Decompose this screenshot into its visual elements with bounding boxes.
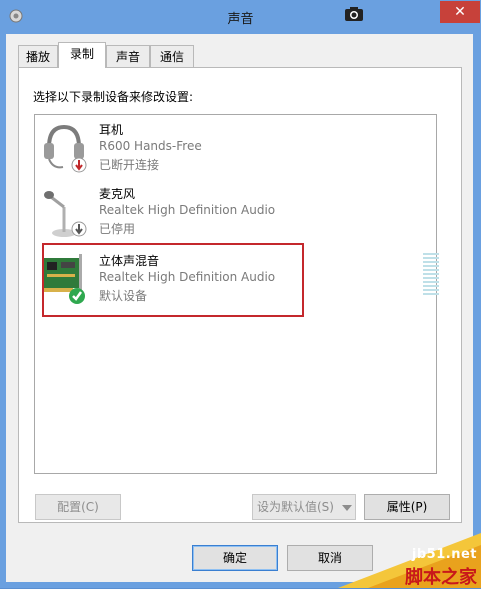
list-item-microphone[interactable]: 麦克风 Realtek High Definition Audio 已停用 xyxy=(35,179,435,243)
watermark-url: jb51.net xyxy=(411,547,477,562)
device-driver: Realtek High Definition Audio xyxy=(99,203,276,217)
title-bar[interactable]: 声音 ✕ xyxy=(0,0,481,34)
set-default-button[interactable]: 设为默认值(S) xyxy=(252,494,339,520)
selection-highlight xyxy=(42,243,304,317)
dialog-client-area: 播放 录制 声音 通信 选择以下录制设备来修改设置: 耳机 R600 Hands… xyxy=(6,34,473,582)
recording-device-list[interactable]: 耳机 R600 Hands-Free 已断开连接 麦克风 Realtek Hig… xyxy=(34,114,439,474)
recording-panel: 选择以下录制设备来修改设置: 耳机 R600 Hands-Free 已断开连接 xyxy=(18,67,462,523)
ok-button[interactable]: 确定 xyxy=(192,545,278,571)
microphone-icon xyxy=(44,191,87,237)
window-title: 声音 xyxy=(227,12,254,27)
level-meter xyxy=(423,253,439,295)
sound-dialog: 声音 ✕ 播放 录制 声音 通信 选择以下录制设备来修改设置: 耳机 R600 … xyxy=(0,0,481,588)
configure-button[interactable]: 配置(C) xyxy=(35,494,121,520)
headset-icon xyxy=(44,124,87,173)
watermark: jb51.net 脚本之家 xyxy=(338,533,481,588)
set-default-dropdown-arrow[interactable] xyxy=(338,494,356,520)
properties-button[interactable]: 属性(P) xyxy=(364,494,450,520)
tab-recording[interactable]: 录制 xyxy=(58,42,106,68)
list-item-headset[interactable]: 耳机 R600 Hands-Free 已断开连接 xyxy=(35,115,435,179)
tab-communications[interactable]: 通信 xyxy=(150,45,194,67)
device-name: 耳机 xyxy=(99,123,124,137)
close-button[interactable]: ✕ xyxy=(440,1,480,23)
device-name: 麦克风 xyxy=(99,187,136,201)
tab-playback[interactable]: 播放 xyxy=(18,45,58,67)
device-status: 已停用 xyxy=(99,222,136,236)
watermark-text: 脚本之家 xyxy=(405,567,477,588)
tab-sounds[interactable]: 声音 xyxy=(106,45,150,67)
device-driver: R600 Hands-Free xyxy=(99,139,202,153)
camera-icon xyxy=(345,7,363,21)
device-status: 已断开连接 xyxy=(99,158,160,172)
instruction-text: 选择以下录制设备来修改设置: xyxy=(33,90,194,104)
